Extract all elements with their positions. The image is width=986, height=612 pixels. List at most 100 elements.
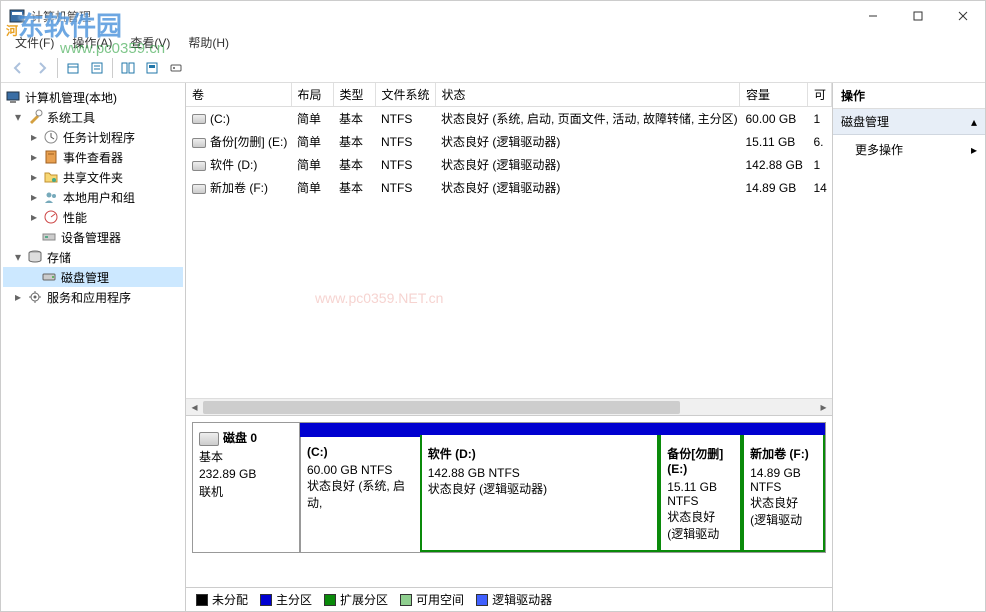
view-up-button[interactable] bbox=[62, 57, 84, 79]
forward-button[interactable] bbox=[31, 57, 53, 79]
volume-icon bbox=[192, 138, 206, 148]
menu-view[interactable]: 查看(V) bbox=[122, 32, 178, 53]
partition[interactable]: 新加卷 (F:)14.89 GB NTFS状态良好 (逻辑驱动 bbox=[742, 423, 825, 552]
titlebar: 计算机管理 bbox=[1, 1, 985, 31]
table-row[interactable]: 新加卷 (F:)简单基本NTFS状态良好 (逻辑驱动器)14.89 GB14 bbox=[186, 176, 832, 199]
actions-header: 操作 bbox=[833, 83, 985, 109]
partition-name: (C:) bbox=[307, 445, 414, 459]
scroll-thumb[interactable] bbox=[203, 401, 680, 414]
partition-header bbox=[300, 423, 420, 437]
help-button[interactable] bbox=[141, 57, 163, 79]
col-capacity[interactable]: 容量 bbox=[740, 83, 808, 107]
tree-performance[interactable]: ▸ 性能 bbox=[3, 207, 183, 227]
legend-free: 可用空间 bbox=[400, 591, 464, 608]
tools-icon bbox=[27, 109, 43, 125]
computer-icon bbox=[5, 89, 21, 105]
storage-icon bbox=[27, 249, 43, 265]
disk-graphical-view: 磁盘 0 基本 232.89 GB 联机 (C:) 60.00 GB NTFS 状态… bbox=[186, 416, 832, 611]
settings-button[interactable] bbox=[165, 57, 187, 79]
partition-body: (C:)60.00 GB NTFS状态良好 (系统, 启动, bbox=[300, 437, 420, 552]
collapse-icon[interactable]: ▾ bbox=[11, 110, 25, 124]
maximize-button[interactable] bbox=[895, 1, 940, 31]
actions-group[interactable]: 磁盘管理 ▴ bbox=[833, 109, 985, 135]
scroll-track[interactable] bbox=[203, 399, 815, 416]
tree-label: 存储 bbox=[47, 249, 71, 266]
partition-size: 142.88 GB NTFS bbox=[428, 466, 651, 480]
scroll-left-button[interactable]: ◂ bbox=[186, 399, 203, 416]
legend: 未分配 主分区 扩展分区 可用空间 逻辑驱动器 bbox=[186, 587, 832, 611]
menu-file[interactable]: 文件(F) bbox=[7, 32, 62, 53]
partition[interactable]: (C:)60.00 GB NTFS状态良好 (系统, 启动, bbox=[300, 423, 420, 552]
tree-label: 磁盘管理 bbox=[61, 269, 109, 286]
back-button[interactable] bbox=[7, 57, 29, 79]
partition-name: 备份[勿删] (E:) bbox=[667, 445, 734, 476]
collapse-icon[interactable]: ▾ bbox=[11, 250, 25, 264]
expand-icon[interactable]: ▸ bbox=[27, 210, 41, 224]
clock-icon bbox=[43, 129, 59, 145]
volume-icon bbox=[192, 114, 206, 124]
more-actions-label: 更多操作 bbox=[855, 141, 903, 158]
tree-local-users[interactable]: ▸ 本地用户和组 bbox=[3, 187, 183, 207]
col-filesystem[interactable]: 文件系统 bbox=[375, 83, 435, 107]
partition-status: 状态良好 (逻辑驱动 bbox=[750, 494, 817, 528]
partition-body: 备份[勿删] (E:)15.11 GB NTFS状态良好 (逻辑驱动 bbox=[659, 435, 742, 552]
col-free[interactable]: 可 bbox=[808, 83, 832, 107]
tree-label: 计算机管理(本地) bbox=[25, 89, 117, 106]
more-actions-item[interactable]: 更多操作 ▸ bbox=[833, 135, 985, 164]
tree-label: 事件查看器 bbox=[63, 149, 123, 166]
main-pane: 卷 布局 类型 文件系统 状态 容量 可 (C:)简单基本NTFS状态良好 (系… bbox=[186, 83, 832, 611]
collapse-icon: ▴ bbox=[971, 115, 977, 129]
partition-size: 14.89 GB NTFS bbox=[750, 466, 817, 494]
table-header-row: 卷 布局 类型 文件系统 状态 容量 可 bbox=[186, 83, 832, 107]
table-row[interactable]: 软件 (D:)简单基本NTFS状态良好 (逻辑驱动器)142.88 GB1 bbox=[186, 153, 832, 176]
minimize-button[interactable] bbox=[850, 1, 895, 31]
tree-disk-management[interactable]: 磁盘管理 bbox=[3, 267, 183, 287]
expand-icon[interactable]: ▸ bbox=[27, 190, 41, 204]
disk-info[interactable]: 磁盘 0 基本 232.89 GB 联机 bbox=[192, 422, 300, 553]
device-icon bbox=[41, 229, 57, 245]
volume-list: 卷 布局 类型 文件系统 状态 容量 可 (C:)简单基本NTFS状态良好 (系… bbox=[186, 83, 832, 416]
tree-root[interactable]: 计算机管理(本地) bbox=[3, 87, 183, 107]
partition-status: 状态良好 (逻辑驱动器) bbox=[428, 480, 651, 497]
properties-button[interactable] bbox=[86, 57, 108, 79]
horizontal-scrollbar[interactable]: ◂ ▸ bbox=[186, 398, 832, 415]
toolbar-separator bbox=[57, 58, 58, 78]
disk-size: 232.89 GB bbox=[199, 467, 293, 481]
tree-storage[interactable]: ▾ 存储 bbox=[3, 247, 183, 267]
expand-icon[interactable]: ▸ bbox=[11, 290, 25, 304]
partition-size: 60.00 GB NTFS bbox=[307, 463, 414, 477]
close-button[interactable] bbox=[940, 1, 985, 31]
tree-label: 系统工具 bbox=[47, 109, 95, 126]
refresh-button[interactable] bbox=[117, 57, 139, 79]
expand-icon[interactable]: ▸ bbox=[27, 130, 41, 144]
scroll-right-button[interactable]: ▸ bbox=[815, 399, 832, 416]
menu-help[interactable]: 帮助(H) bbox=[180, 32, 237, 53]
app-icon bbox=[9, 8, 25, 24]
partitions: (C:)60.00 GB NTFS状态良好 (系统, 启动,软件 (D:)142… bbox=[300, 422, 826, 553]
expand-icon[interactable]: ▸ bbox=[27, 170, 41, 184]
tree-shared-folders[interactable]: ▸ 共享文件夹 bbox=[3, 167, 183, 187]
expand-icon[interactable]: ▸ bbox=[27, 150, 41, 164]
tree-task-scheduler[interactable]: ▸ 任务计划程序 bbox=[3, 127, 183, 147]
col-volume[interactable]: 卷 bbox=[186, 83, 291, 107]
legend-unallocated: 未分配 bbox=[196, 591, 248, 608]
tree-services[interactable]: ▸ 服务和应用程序 bbox=[3, 287, 183, 307]
disk-label: 磁盘 0 bbox=[223, 431, 257, 445]
folder-share-icon bbox=[43, 169, 59, 185]
col-layout[interactable]: 布局 bbox=[291, 83, 333, 107]
partition[interactable]: 软件 (D:)142.88 GB NTFS状态良好 (逻辑驱动器) bbox=[420, 423, 659, 552]
menu-action[interactable]: 操作(A) bbox=[64, 32, 120, 53]
col-type[interactable]: 类型 bbox=[333, 83, 375, 107]
book-icon bbox=[43, 149, 59, 165]
window-root: 计算机管理 文件(F) 操作(A) 查看(V) 帮助(H) 计算机管理(本地) bbox=[0, 0, 986, 612]
tree-event-viewer[interactable]: ▸ 事件查看器 bbox=[3, 147, 183, 167]
tree-system-tools[interactable]: ▾ 系统工具 bbox=[3, 107, 183, 127]
partition[interactable]: 备份[勿删] (E:)15.11 GB NTFS状态良好 (逻辑驱动 bbox=[659, 423, 742, 552]
table-row[interactable]: (C:)简单基本NTFS状态良好 (系统, 启动, 页面文件, 活动, 故障转储… bbox=[186, 107, 832, 131]
table-row[interactable]: 备份[勿删] (E:)简单基本NTFS状态良好 (逻辑驱动器)15.11 GB6… bbox=[186, 130, 832, 153]
disk-type: 基本 bbox=[199, 448, 293, 465]
disk-row[interactable]: 磁盘 0 基本 232.89 GB 联机 (C:) 60.00 GB NTFS 状态… bbox=[192, 422, 826, 553]
tree-device-manager[interactable]: 设备管理器 bbox=[3, 227, 183, 247]
volume-table: 卷 布局 类型 文件系统 状态 容量 可 (C:)简单基本NTFS状态良好 (系… bbox=[186, 83, 832, 199]
col-status[interactable]: 状态 bbox=[435, 83, 740, 107]
